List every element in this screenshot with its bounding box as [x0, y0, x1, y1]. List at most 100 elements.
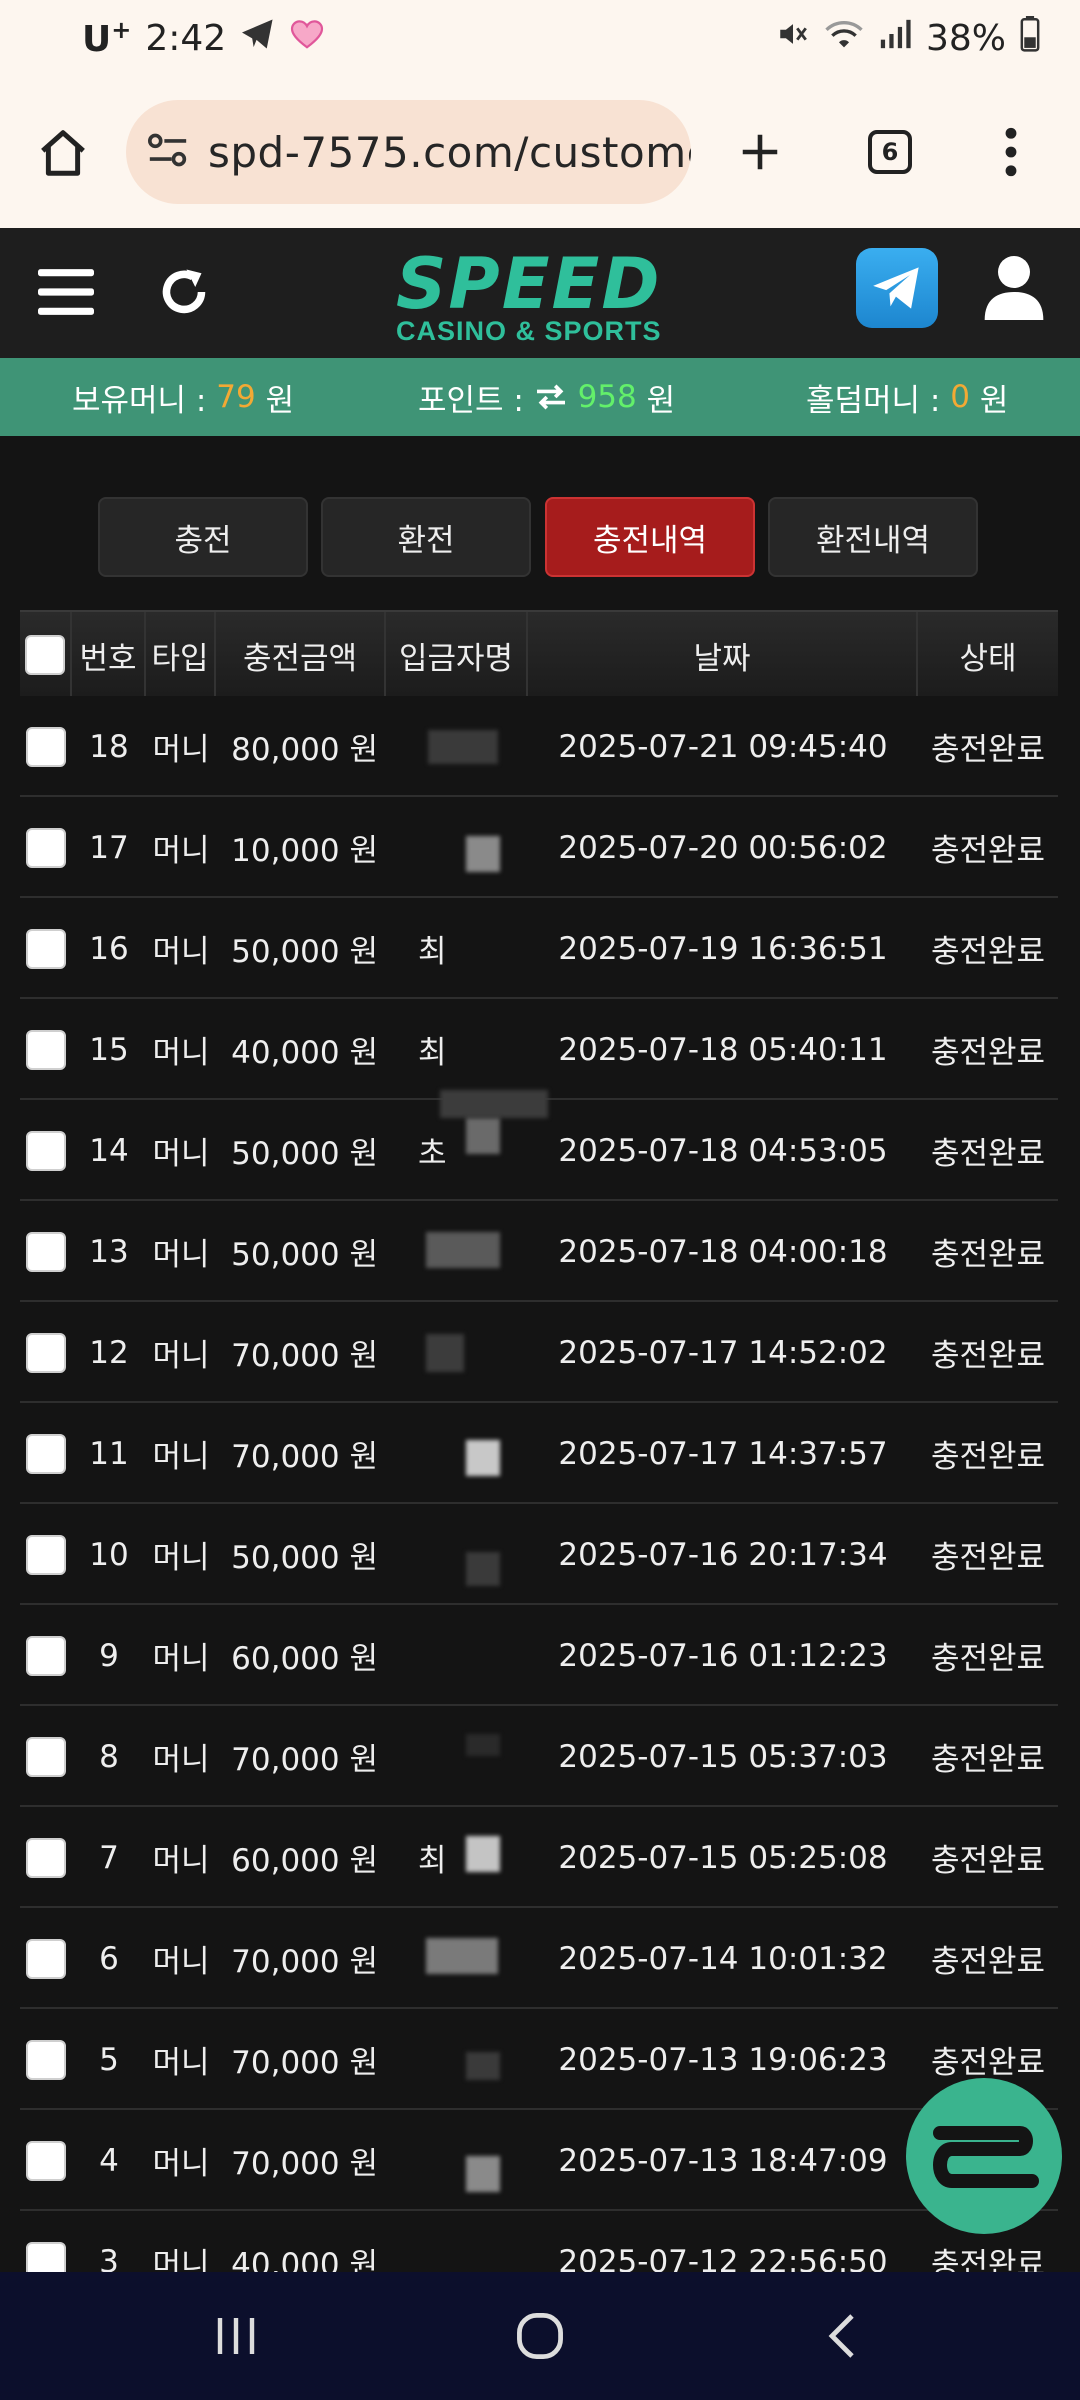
home-button[interactable]: [30, 120, 96, 186]
row-date: 2025-07-20 00:56:02: [558, 829, 888, 866]
row-checkbox[interactable]: [26, 2140, 66, 2181]
row-type: 머니: [152, 2146, 210, 2182]
tab-deposit-history[interactable]: 충전내역: [545, 497, 755, 577]
row-number: 7: [99, 1839, 119, 1876]
site-logo[interactable]: SPEED CASINO & SPORTS: [396, 249, 686, 350]
select-all-checkbox[interactable]: [25, 635, 65, 675]
row-amount: 50,000 원: [231, 1540, 378, 1576]
telegram-notification-icon: [240, 18, 276, 59]
table-row: 16 머니 50,000 원 최 2025-07-19 16:36:51 충전완…: [20, 898, 1058, 999]
carrier-label: U+: [82, 16, 132, 60]
tab-switcher-button[interactable]: 6: [858, 120, 922, 184]
row-number: 10: [89, 1536, 129, 1573]
row-checkbox[interactable]: [26, 1534, 66, 1575]
row-type: 머니: [152, 1742, 210, 1778]
row-checkbox[interactable]: [26, 1029, 66, 1070]
row-select-cell: [20, 999, 72, 1100]
battery-icon: [1020, 16, 1040, 61]
row-number: 11: [89, 1435, 129, 1472]
recent-apps-button[interactable]: [200, 2300, 272, 2372]
status-bar: U+ 2:42 38%: [0, 0, 1080, 76]
row-checkbox[interactable]: [26, 827, 66, 868]
new-tab-button[interactable]: [728, 120, 792, 184]
row-type: 머니: [152, 934, 210, 970]
row-checkbox[interactable]: [26, 726, 66, 767]
logo-subtitle: CASINO & SPORTS: [396, 316, 662, 346]
row-amount: 80,000 원: [231, 732, 378, 768]
row-status: 충전완료: [930, 1540, 1046, 1576]
tab-withdraw[interactable]: 환전: [321, 497, 531, 577]
table-row: 12 머니 70,000 원 2025-07-17 14:52:02 충전완료: [20, 1302, 1058, 1403]
row-date: 2025-07-18 04:00:18: [558, 1233, 888, 1270]
home-circle-icon: [517, 2313, 563, 2359]
exchange-arrows-icon[interactable]: [534, 383, 568, 411]
site-settings-icon[interactable]: [146, 130, 190, 174]
row-checkbox[interactable]: [26, 1130, 66, 1171]
row-type: 머니: [152, 2045, 210, 2081]
menu-icon: [38, 269, 94, 315]
row-amount: 70,000 원: [231, 1338, 378, 1374]
floating-chat-button[interactable]: [906, 2078, 1062, 2234]
row-checkbox[interactable]: [26, 1736, 66, 1777]
col-type: 타입: [146, 612, 216, 698]
user-account-button[interactable]: [978, 248, 1050, 328]
system-nav-bar: [0, 2272, 1080, 2400]
row-checkbox[interactable]: [26, 1837, 66, 1878]
row-number: 6: [99, 1940, 119, 1977]
browser-menu-button[interactable]: [986, 120, 1036, 184]
row-checkbox[interactable]: [26, 1635, 66, 1676]
table-row: 3 머니 40,000 원 2025-07-12 22:56:50 충전완료: [20, 2211, 1058, 2272]
back-chevron-icon: [828, 2314, 854, 2358]
hamburger-menu-button[interactable]: [32, 258, 100, 326]
row-type: 머니: [152, 1237, 210, 1273]
row-select-cell: [20, 1403, 72, 1504]
refresh-button[interactable]: [148, 256, 220, 328]
address-bar[interactable]: spd-7575.com/custome: [126, 100, 691, 204]
row-checkbox[interactable]: [26, 1231, 66, 1272]
user-icon: [984, 256, 1044, 320]
row-amount: 60,000 원: [231, 1843, 378, 1879]
row-checkbox[interactable]: [26, 1433, 66, 1474]
browser-toolbar: spd-7575.com/custome 6: [0, 76, 1080, 228]
table-row: 6 머니 70,000 원 2025-07-14 10:01:32 충전완료: [20, 1908, 1058, 2009]
battery-percent: 38%: [925, 18, 1006, 59]
row-amount: 70,000 원: [231, 2045, 378, 2081]
row-amount: 40,000 원: [231, 1035, 378, 1071]
row-select-cell: [20, 1605, 72, 1706]
row-number: 3: [99, 2243, 119, 2273]
row-depositor: [386, 797, 528, 898]
row-type: 머니: [152, 1035, 210, 1071]
row-checkbox[interactable]: [26, 2039, 66, 2080]
row-checkbox[interactable]: [26, 1332, 66, 1373]
row-date: 2025-07-18 05:40:11: [558, 1031, 888, 1068]
col-amount: 충전금액: [216, 612, 386, 698]
point-balance[interactable]: 포인트 : 958 원: [418, 358, 675, 436]
history-table-body: 18 머니 80,000 원 2025-07-21 09:45:40 충전완료 …: [20, 696, 1058, 2272]
row-number: 12: [89, 1334, 129, 1371]
row-date: 2025-07-13 19:06:23: [558, 2041, 888, 2078]
back-nav-button[interactable]: [806, 2300, 878, 2372]
row-type: 머니: [152, 1540, 210, 1576]
tab-deposit[interactable]: 충전: [98, 497, 308, 577]
row-select-cell: [20, 898, 72, 999]
row-status: 충전완료: [930, 1843, 1046, 1879]
telegram-button[interactable]: [856, 248, 938, 328]
row-select-cell: [20, 1100, 72, 1201]
row-checkbox[interactable]: [26, 1938, 66, 1979]
row-number: 4: [99, 2142, 119, 2179]
row-checkbox[interactable]: [26, 2241, 66, 2272]
row-checkbox[interactable]: [26, 928, 66, 969]
signal-icon: [878, 17, 912, 60]
home-nav-button[interactable]: [502, 2300, 578, 2372]
row-status: 충전완료: [930, 1944, 1046, 1980]
row-depositor: [386, 1403, 528, 1504]
tab-withdraw-history[interactable]: 환전내역: [768, 497, 978, 577]
row-select-cell: [20, 1908, 72, 2009]
row-date: 2025-07-15 05:25:08: [558, 1839, 888, 1876]
table-row: 5 머니 70,000 원 2025-07-13 19:06:23 충전완료: [20, 2009, 1058, 2110]
row-number: 15: [89, 1031, 129, 1068]
table-row: 15 머니 40,000 원 최 2025-07-18 05:40:11 충전완…: [20, 999, 1058, 1100]
row-status: 충전완료: [930, 732, 1046, 768]
row-depositor: 최: [418, 1035, 447, 1071]
row-status: 충전완료: [930, 1439, 1046, 1475]
